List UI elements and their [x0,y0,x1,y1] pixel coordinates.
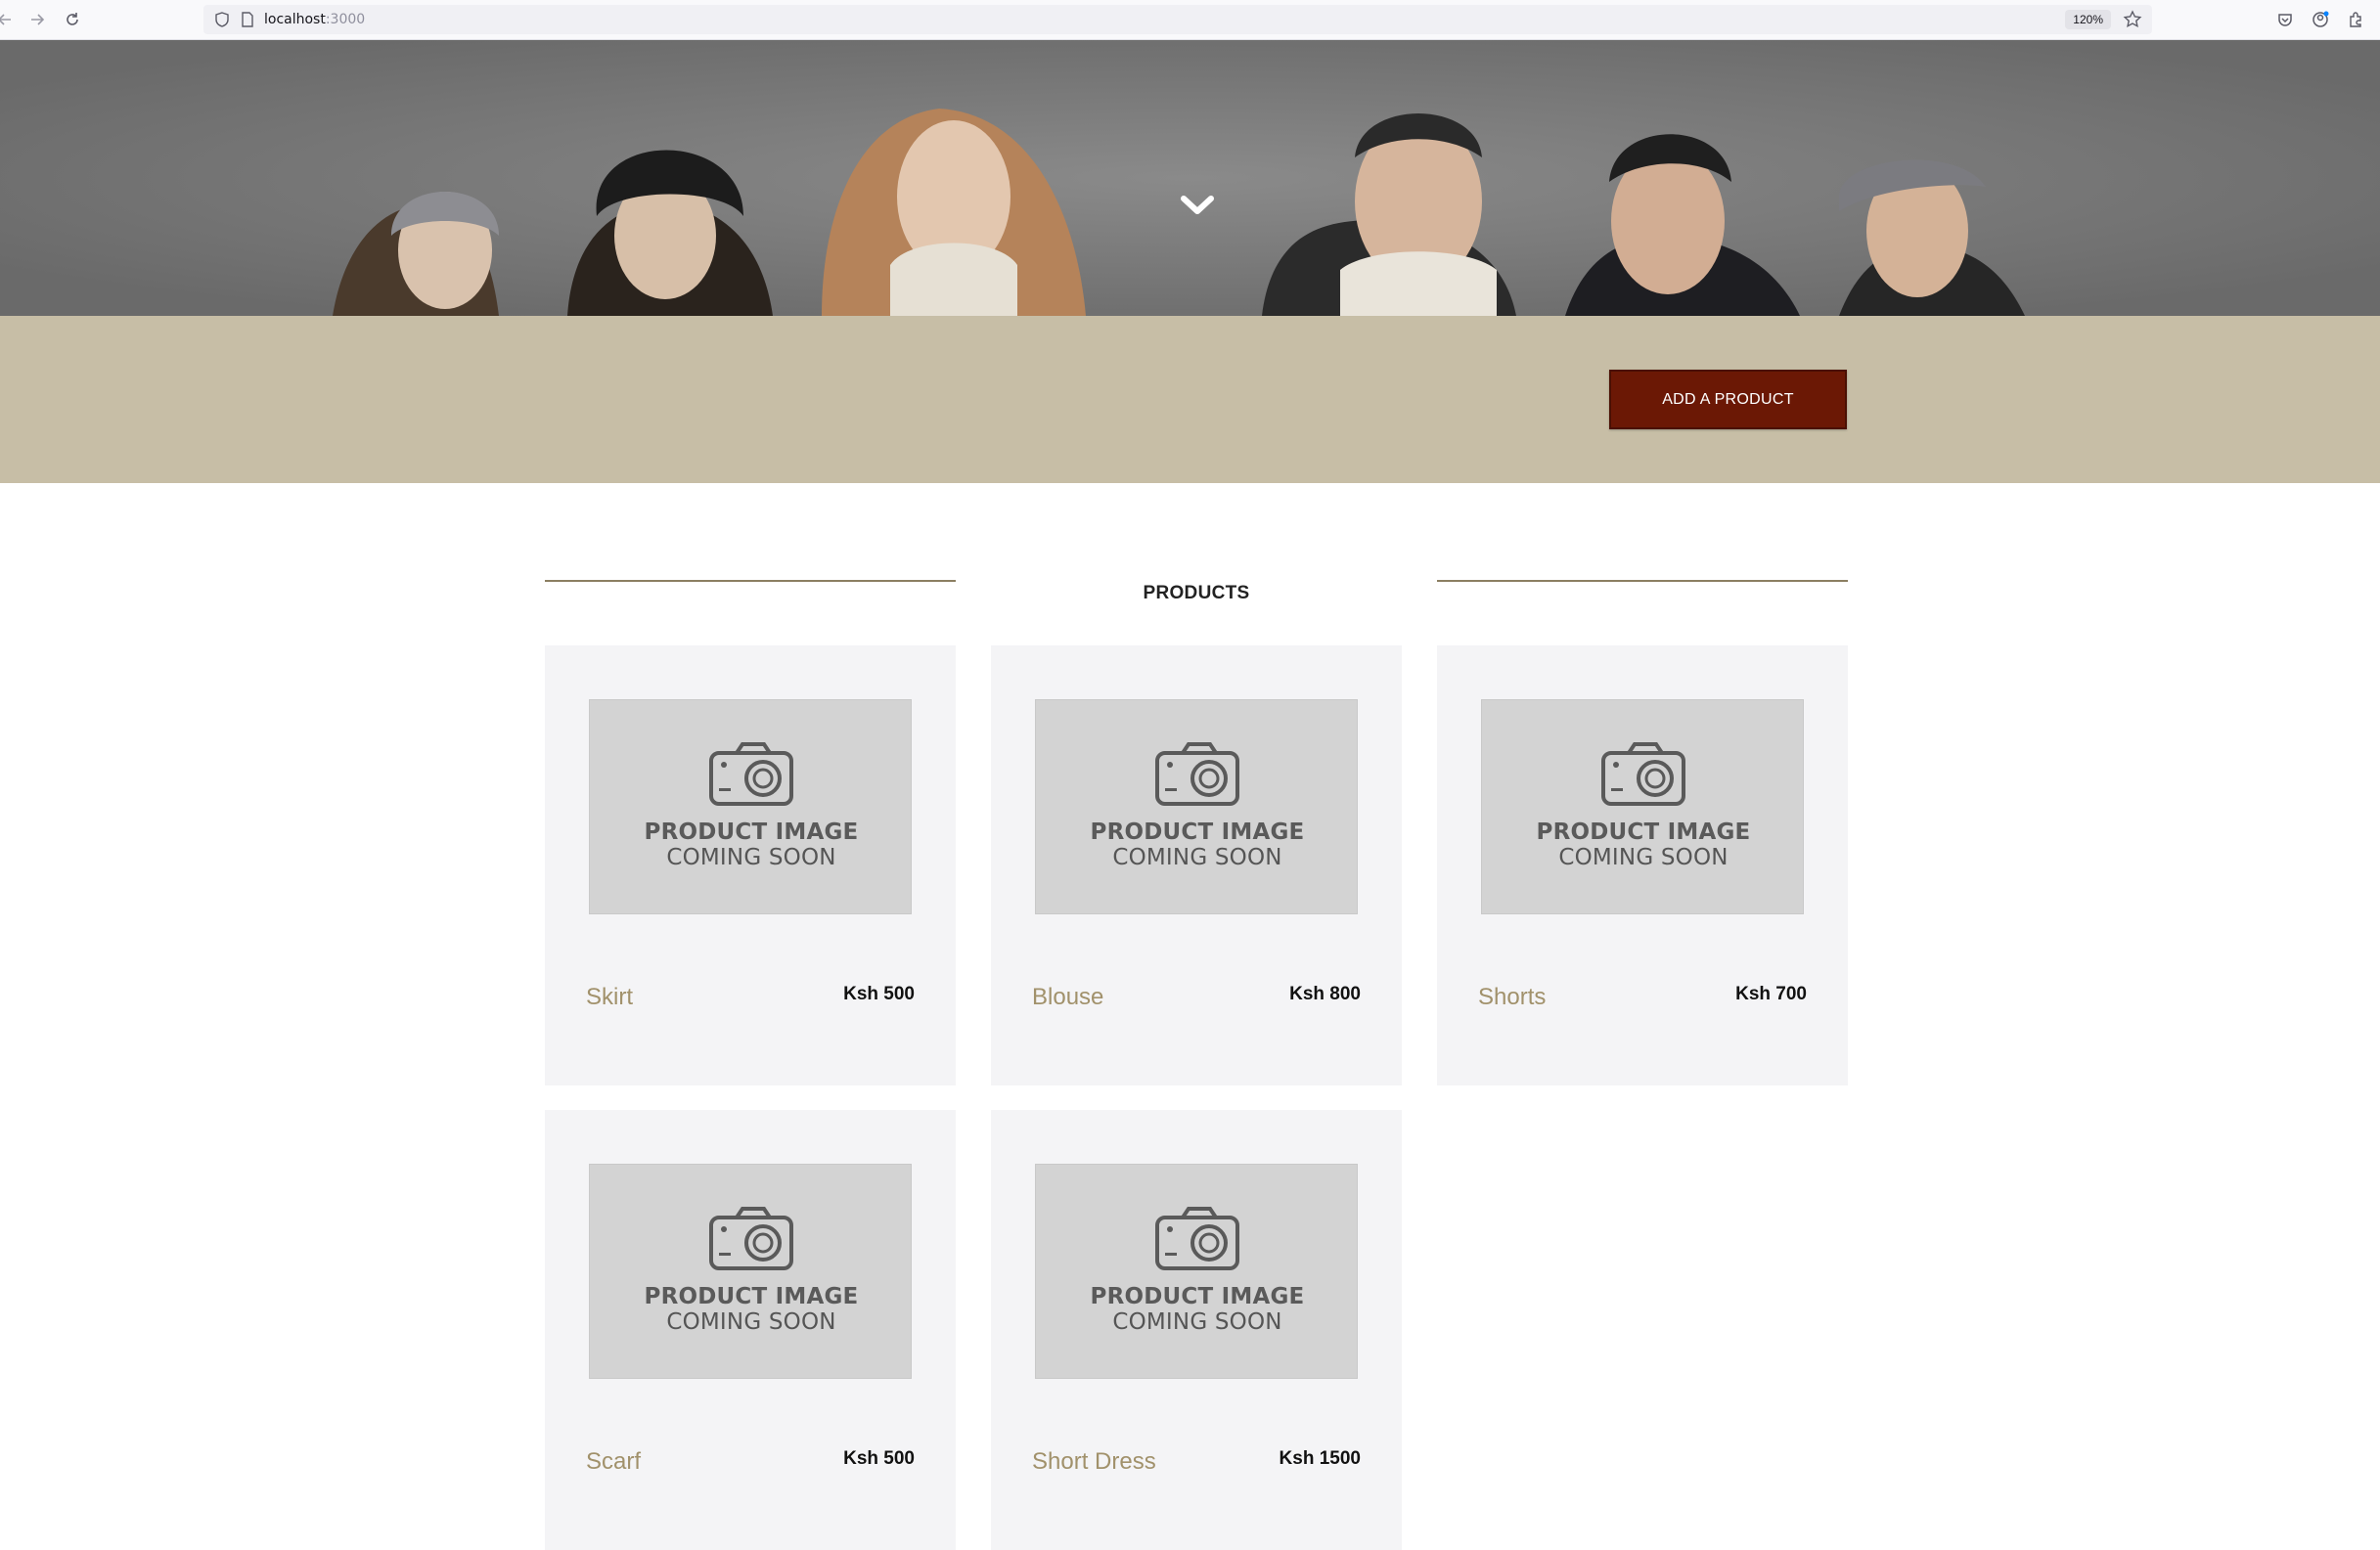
placeholder-line1: PRODUCT IMAGE [1090,1284,1305,1309]
chevron-down-icon [1181,196,1214,214]
product-price: Ksh 700 [1735,984,1807,1004]
product-name: Blouse [1032,984,1104,1010]
product-price: Ksh 500 [843,984,915,1004]
products-heading: PRODUCTS [1143,583,1250,603]
heading-rule-left [545,580,956,582]
hero-people-image [0,40,2380,316]
page-icon[interactable] [239,11,256,28]
shield-icon[interactable] [213,11,231,28]
product-price: Ksh 1500 [1279,1448,1361,1469]
product-card[interactable]: PRODUCT IMAGE COMING SOON Blouse Ksh 800 [991,645,1402,1085]
placeholder-line1: PRODUCT IMAGE [644,1284,859,1309]
account-icon[interactable] [2310,9,2331,30]
camera-icon [1601,742,1685,806]
hero-banner [0,40,2380,316]
product-card[interactable]: PRODUCT IMAGE COMING SOON Skirt Ksh 500 [545,645,956,1085]
reload-icon[interactable] [62,9,83,30]
heading-rule-right [1437,580,1848,582]
action-band [0,316,2380,483]
camera-icon [709,1207,793,1270]
camera-icon [709,742,793,806]
url-bar[interactable]: localhost:3000 120% [203,5,2152,34]
url-host: localhost [264,12,326,27]
product-image-placeholder: PRODUCT IMAGE COMING SOON [589,699,912,914]
product-image-placeholder: PRODUCT IMAGE COMING SOON [1035,1164,1358,1379]
placeholder-line2: COMING SOON [1558,845,1729,870]
scroll-down-button[interactable] [1179,187,1216,224]
placeholder-line2: COMING SOON [1112,845,1282,870]
placeholder-line2: COMING SOON [666,845,836,870]
add-product-button[interactable]: ADD A PRODUCT [1609,370,1847,429]
camera-icon [1155,742,1239,806]
product-price: Ksh 500 [843,1448,915,1469]
product-image-placeholder: PRODUCT IMAGE COMING SOON [589,1164,912,1379]
product-name: Skirt [586,984,633,1010]
placeholder-line1: PRODUCT IMAGE [644,819,859,845]
pocket-icon[interactable] [2274,9,2296,30]
forward-icon[interactable] [26,9,48,30]
placeholder-line2: COMING SOON [666,1309,836,1335]
placeholder-line1: PRODUCT IMAGE [1090,819,1305,845]
product-name: Scarf [586,1448,642,1475]
product-price: Ksh 800 [1289,984,1361,1004]
product-name: Short Dress [1032,1448,1156,1475]
back-icon[interactable] [0,9,16,30]
url-port: :3000 [325,12,366,27]
placeholder-line1: PRODUCT IMAGE [1536,819,1751,845]
product-name: Shorts [1478,984,1547,1010]
extensions-icon[interactable] [2345,9,2366,30]
camera-icon [1155,1207,1239,1270]
placeholder-line2: COMING SOON [1112,1309,1282,1335]
product-image-placeholder: PRODUCT IMAGE COMING SOON [1481,699,1804,914]
url-text[interactable]: localhost:3000 [264,12,365,27]
product-image-placeholder: PRODUCT IMAGE COMING SOON [1035,699,1358,914]
browser-toolbar: localhost:3000 120% [0,0,2380,40]
product-card[interactable]: PRODUCT IMAGE COMING SOON Shorts Ksh 700 [1437,645,1848,1085]
star-icon[interactable] [2123,10,2142,29]
zoom-level[interactable]: 120% [2065,10,2111,29]
